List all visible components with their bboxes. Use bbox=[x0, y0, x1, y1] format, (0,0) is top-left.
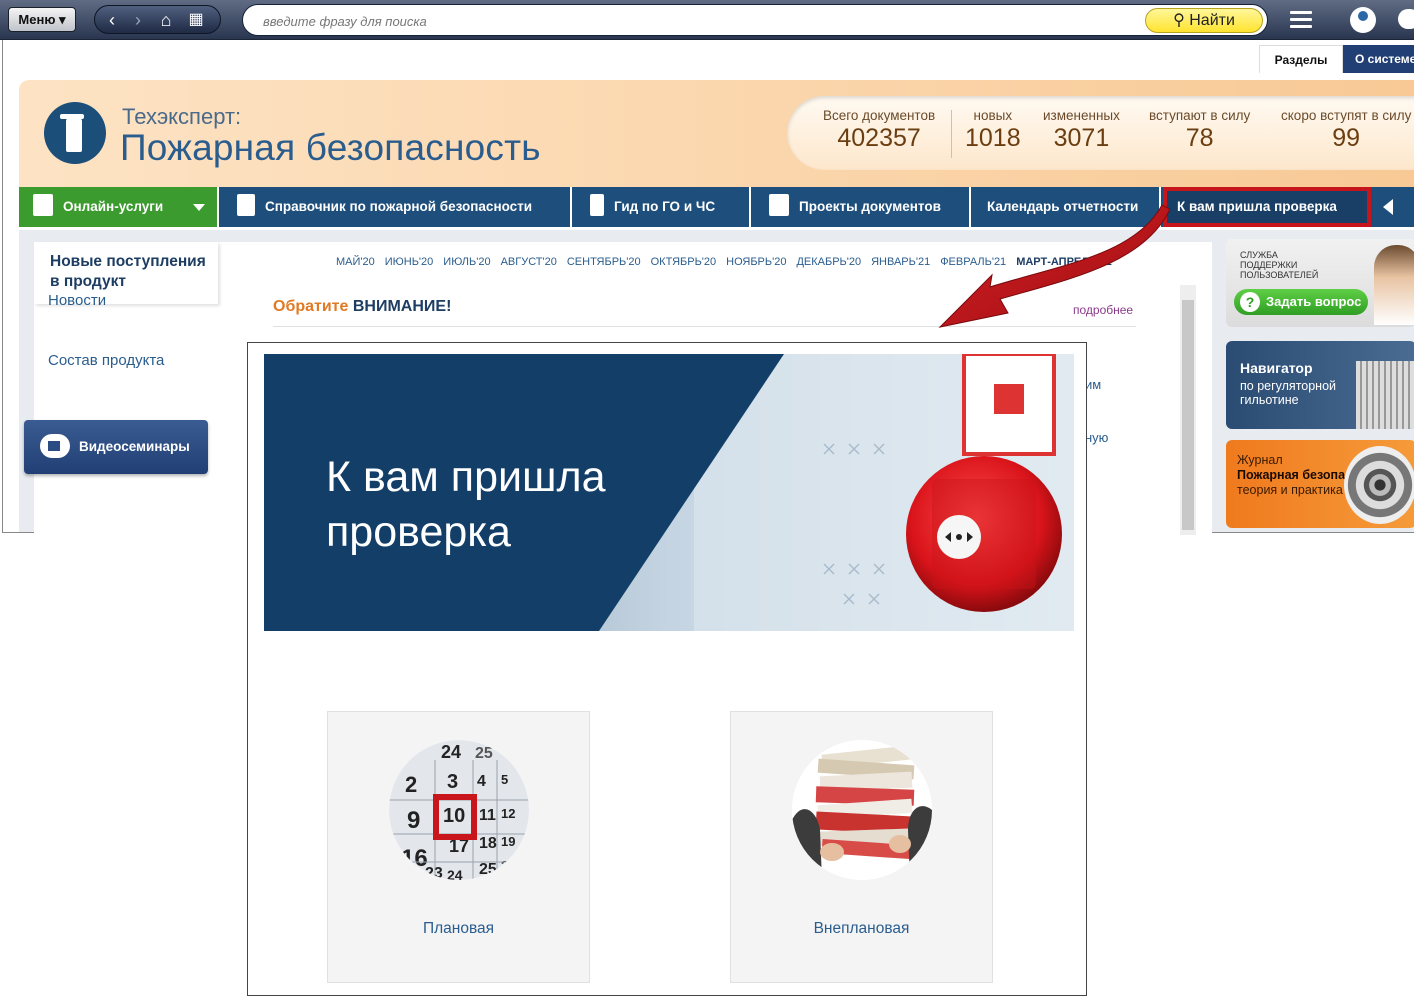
navigation-group: ‹ › ⌂ ▦ bbox=[94, 5, 221, 34]
webinars-button[interactable]: Видеосеминары bbox=[24, 420, 208, 474]
month-link[interactable]: ЯНВАРЬ'21 bbox=[871, 256, 930, 268]
hamburger-icon[interactable] bbox=[1290, 11, 1312, 29]
documents-stack-image bbox=[792, 740, 932, 880]
calendar-icon: 24 25 2 3 4 5 9 10 11 12 16 17 18 19 23 … bbox=[389, 740, 529, 880]
calendar-day: 5 bbox=[501, 772, 508, 787]
inspection-popup: К вам пришла проверка 24 25 2 3 4 5 9 10… bbox=[247, 342, 1087, 996]
calendar-day: 26 bbox=[501, 858, 515, 873]
text-fragment[interactable]: им bbox=[1085, 377, 1101, 392]
calendar-day: 18 bbox=[479, 835, 497, 852]
person-icon bbox=[590, 194, 604, 217]
unplanned-label: Внеплановая bbox=[813, 920, 910, 937]
calendar-day: 3 bbox=[447, 771, 458, 793]
back-icon[interactable]: ‹ bbox=[101, 9, 123, 31]
nav-civil-defense-guide[interactable]: Гид по ГО и ЧС bbox=[574, 187, 751, 227]
paper-roll-image bbox=[1344, 446, 1414, 524]
news-link[interactable]: Новости bbox=[48, 292, 106, 309]
support-label: СЛУЖБА ПОДДЕРЖКИ ПОЛЬЗОВАТЕЛЕЙ bbox=[1240, 250, 1319, 280]
planned-inspection-card[interactable]: 24 25 2 3 4 5 9 10 11 12 16 17 18 19 23 … bbox=[327, 711, 590, 983]
month-link[interactable]: МАЙ'20 bbox=[336, 256, 375, 268]
month-link[interactable]: ИЮНЬ'20 bbox=[385, 256, 434, 268]
calendar-day: 11 bbox=[479, 807, 496, 824]
navigator-subtitle: по регуляторной гильотине bbox=[1240, 379, 1337, 407]
edit-document-icon bbox=[769, 194, 789, 217]
calendar-day: 19 bbox=[501, 834, 515, 849]
home-icon[interactable]: ⌂ bbox=[155, 9, 177, 31]
search-input[interactable] bbox=[263, 11, 1123, 31]
screenshot: Меню ▾ ‹ › ⌂ ▦ ⚲ Найти Разделы О системе… bbox=[0, 0, 1414, 1005]
find-button[interactable]: ⚲ Найти bbox=[1145, 8, 1263, 33]
tab-sections[interactable]: Разделы bbox=[1259, 45, 1343, 73]
stat-upcoming[interactable]: скоро вступят в силу 99 bbox=[1281, 108, 1411, 153]
menu-label: Меню bbox=[18, 12, 56, 27]
calendar-day: 25 bbox=[475, 745, 493, 762]
support-promo[interactable]: СЛУЖБА ПОДДЕРЖКИ ПОЛЬЗОВАТЕЛЕЙ Задать во… bbox=[1226, 239, 1414, 327]
text-fragment[interactable]: ную bbox=[1085, 430, 1108, 445]
calendar-day: 2 bbox=[405, 772, 417, 797]
stat-new[interactable]: новых 1018 bbox=[965, 108, 1021, 153]
navigator-title: Навигатор bbox=[1240, 360, 1313, 376]
video-camera-icon bbox=[40, 434, 70, 458]
nav-online-services[interactable]: Онлайн-услуги bbox=[19, 187, 219, 227]
stat-effective[interactable]: вступают в силу 78 bbox=[1149, 108, 1250, 153]
search-icon: ⚲ bbox=[1173, 12, 1185, 29]
red-arrow-annotation bbox=[938, 204, 1170, 328]
month-link[interactable]: ОКТЯБРЬ'20 bbox=[651, 256, 717, 268]
planned-label: Плановая bbox=[422, 920, 495, 937]
nav-inspection[interactable]: К вам пришла проверка bbox=[1163, 187, 1371, 227]
journal-promo[interactable]: Журнал Пожарная безопасность: теория и пра… bbox=[1226, 440, 1414, 528]
chat-icon[interactable] bbox=[1398, 9, 1414, 29]
nav-scroll-left-icon[interactable] bbox=[1375, 187, 1405, 227]
month-link[interactable]: ДЕКАБРЬ'20 bbox=[796, 256, 861, 268]
forward-icon[interactable]: › bbox=[127, 9, 149, 31]
ask-question-button[interactable]: Задать вопрос bbox=[1234, 289, 1368, 315]
monitor-icon bbox=[33, 194, 53, 217]
unplanned-inspection-card[interactable]: Внеплановая bbox=[730, 711, 993, 983]
inspection-banner: К вам пришла проверка bbox=[264, 354, 1074, 631]
product-composition-link[interactable]: Состав продукта bbox=[48, 352, 164, 369]
user-icon[interactable] bbox=[1350, 7, 1376, 33]
menu-button[interactable]: Меню ▾ bbox=[8, 7, 76, 32]
calendar-image: 24 25 2 3 4 5 9 10 11 12 16 17 18 19 23 … bbox=[389, 740, 529, 880]
book-icon bbox=[237, 194, 255, 217]
shredder-image bbox=[1356, 361, 1414, 429]
calendar-day: 24 bbox=[447, 867, 463, 880]
calendar-day: 23 bbox=[425, 865, 443, 880]
month-link[interactable]: ИЮЛЬ'20 bbox=[443, 256, 490, 268]
nav-fire-safety-reference[interactable]: Справочник по пожарной безопасности bbox=[221, 187, 572, 227]
month-link[interactable]: АВГУСТ'20 bbox=[501, 256, 557, 268]
attention-heading: Обратите ВНИМАНИЕ! bbox=[273, 298, 452, 315]
tab-about[interactable]: О системе bbox=[1343, 45, 1414, 73]
calendar-day: 4 bbox=[477, 773, 486, 790]
fire-extinguisher-icon bbox=[44, 102, 106, 164]
document-stats: Всего документов 402357 новых 1018 изменен… bbox=[787, 96, 1414, 170]
product-title: Пожарная безопасность bbox=[120, 127, 541, 168]
top-toolbar: Меню ▾ ‹ › ⌂ ▦ ⚲ Найти bbox=[0, 0, 1414, 40]
main-navbar: Онлайн-услуги Справочник по пожарной без… bbox=[19, 187, 1414, 227]
folders-icon bbox=[792, 740, 932, 880]
find-label: Найти bbox=[1189, 12, 1235, 29]
calendar-day: 9 bbox=[407, 807, 420, 834]
calendar-day: 10 bbox=[443, 805, 465, 827]
calendar-day: 25 bbox=[479, 861, 497, 878]
month-link[interactable]: НОЯБРЬ'20 bbox=[726, 256, 786, 268]
search-box: ⚲ Найти bbox=[242, 4, 1268, 36]
product-header: Техэксперт: Пожарная безопасность Всего … bbox=[19, 80, 1414, 188]
support-operator-photo bbox=[1374, 245, 1414, 325]
apps-grid-icon[interactable]: ▦ bbox=[185, 9, 207, 31]
navigator-promo[interactable]: Навигатор по регуляторной гильотине bbox=[1226, 341, 1414, 429]
chevron-down-icon bbox=[193, 204, 205, 211]
month-link[interactable]: СЕНТЯБРЬ'20 bbox=[567, 256, 641, 268]
stat-total[interactable]: Всего документов 402357 bbox=[823, 108, 935, 153]
calendar-day: 12 bbox=[501, 806, 515, 821]
calendar-day: 16 bbox=[401, 845, 428, 872]
stat-changed[interactable]: измененных 3071 bbox=[1043, 108, 1120, 153]
banner-title: К вам пришла проверка bbox=[326, 453, 606, 556]
scrollbar-thumb[interactable] bbox=[1182, 300, 1194, 530]
calendar-day: 24 bbox=[441, 742, 461, 762]
